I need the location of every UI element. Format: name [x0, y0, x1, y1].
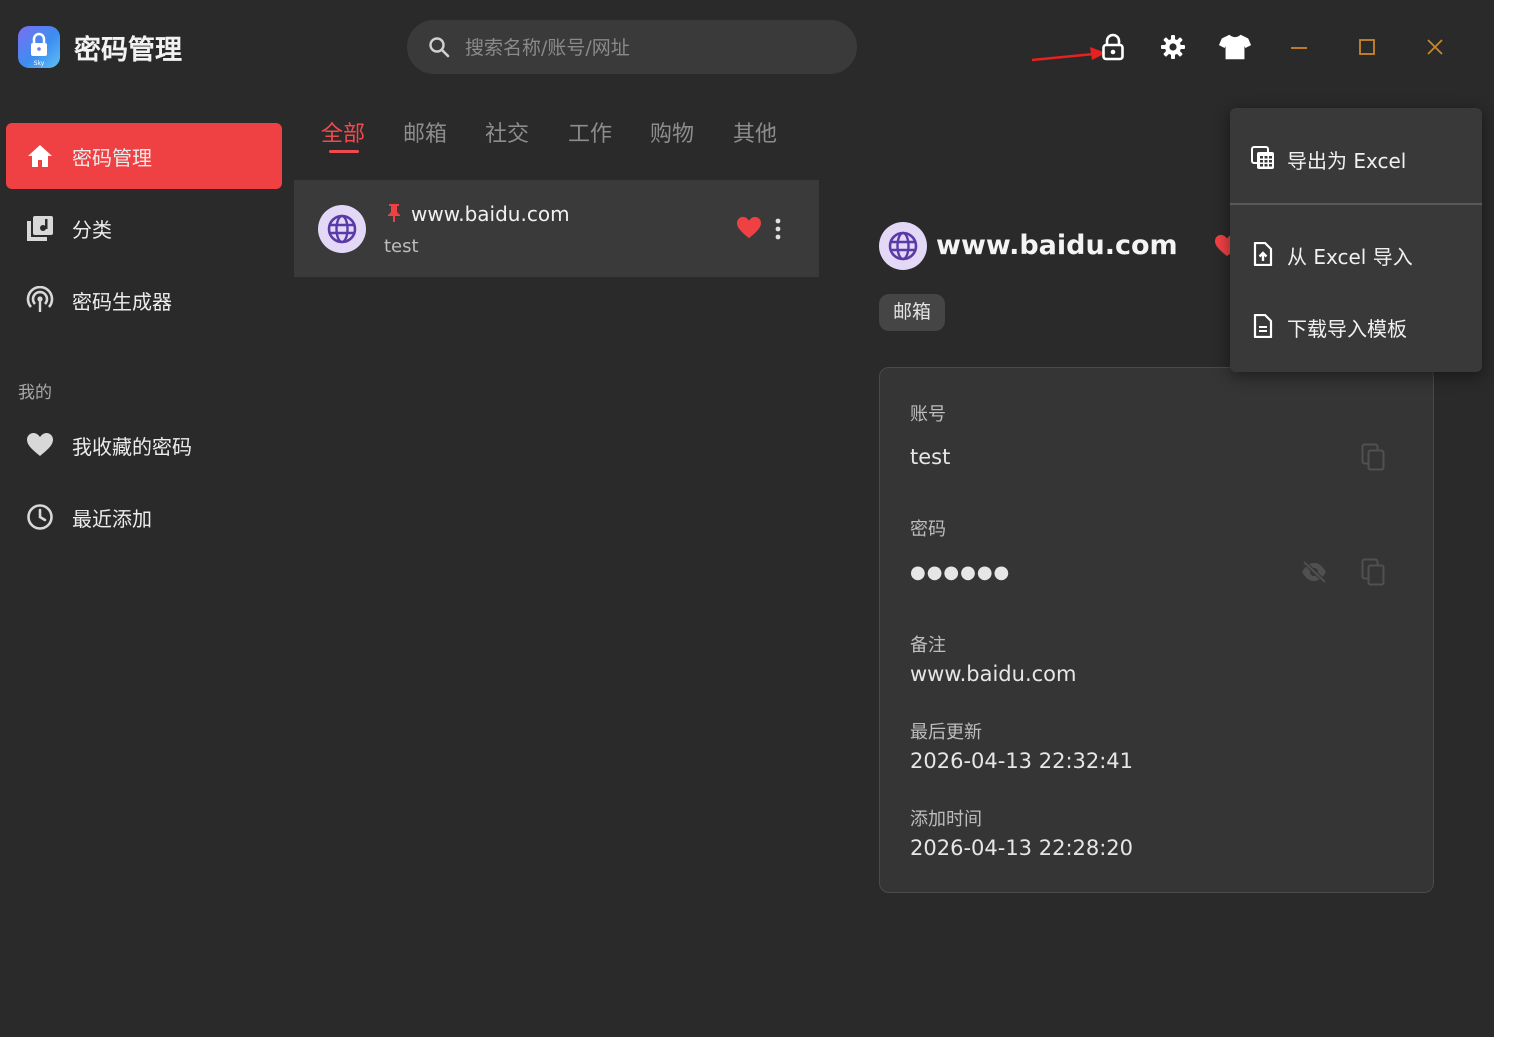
sidebar-item-password-manager[interactable]: 密码管理	[6, 123, 282, 189]
more-options-icon[interactable]	[772, 217, 784, 241]
close-button[interactable]	[1418, 30, 1452, 64]
tab-shopping[interactable]: 购物	[650, 116, 694, 148]
gear-icon	[1161, 35, 1185, 59]
password-value[interactable]: ●●●●●●	[910, 562, 1010, 583]
copy-password-icon[interactable]	[1361, 558, 1385, 586]
favorite-heart-icon[interactable]	[736, 216, 762, 240]
password-label: 密码	[910, 519, 946, 540]
sidebar-item-favorites[interactable]: 我收藏的密码	[6, 412, 282, 478]
sidebar-item-password-generator[interactable]: 密码生成器	[6, 267, 282, 333]
theme-button[interactable]	[1218, 30, 1252, 64]
menu-item-label: 导出为 Excel	[1287, 149, 1407, 173]
account-label: 账号	[910, 404, 946, 425]
tab-work[interactable]: 工作	[568, 116, 612, 148]
category-tag: 邮箱	[879, 294, 946, 331]
tab-all[interactable]: 全部	[321, 116, 365, 148]
pin-icon	[388, 204, 400, 222]
close-icon	[1427, 39, 1443, 55]
section-title-mine: 我的	[18, 383, 52, 403]
note-value: www.baidu.com	[910, 662, 1077, 686]
maximize-icon	[1359, 39, 1375, 55]
settings-button[interactable]	[1156, 30, 1190, 64]
list-item-account: test	[384, 236, 419, 257]
search-input[interactable]	[463, 30, 827, 66]
updated-label: 最后更新	[910, 722, 982, 743]
lock-logo-icon: Sky	[31, 32, 47, 67]
updated-value: 2026-04-13 22:32:41	[910, 749, 1134, 773]
menu-item-label: 下载导入模板	[1287, 317, 1407, 341]
sidebar-item-category[interactable]: 分类	[6, 195, 282, 261]
detail-title: www.baidu.com	[936, 230, 1178, 261]
search-icon	[429, 37, 450, 58]
logo-text: Sky	[34, 60, 45, 67]
app-title: 密码管理	[74, 35, 182, 66]
sidebar-item-label: 分类	[72, 218, 112, 242]
app-logo: Sky	[18, 26, 60, 68]
file-upload-icon	[1253, 242, 1273, 266]
heart-icon	[27, 433, 53, 456]
menu-divider	[1230, 203, 1482, 205]
added-value: 2026-04-13 22:28:20	[910, 836, 1134, 860]
lock-button[interactable]	[1096, 30, 1130, 64]
sidebar-item-label: 密码管理	[72, 146, 152, 170]
list-item-title: www.baidu.com	[411, 202, 570, 226]
menu-item-download-template[interactable]: 下载导入模板	[1230, 301, 1482, 351]
minimize-button[interactable]	[1282, 30, 1316, 64]
detail-site-avatar	[879, 222, 927, 270]
tab-active-indicator	[329, 150, 359, 153]
copy-account-icon[interactable]	[1361, 443, 1385, 471]
app-window: Sky 密码管理 搜索名称/账号/网址 密码管理 分类 密码生成器 我的 我收藏…	[0, 0, 1494, 1037]
note-label: 备注	[910, 635, 946, 656]
menu-item-label: 从 Excel 导入	[1287, 245, 1413, 269]
maximize-button[interactable]	[1350, 30, 1384, 64]
site-avatar	[318, 205, 366, 253]
menu-item-import-excel[interactable]: 从 Excel 导入	[1230, 229, 1482, 279]
generator-icon	[26, 286, 54, 312]
sidebar-item-recent[interactable]: 最近添加	[6, 484, 282, 550]
home-icon	[28, 145, 52, 167]
lock-dropdown-menu: 导出为 Excel 从 Excel 导入 下载导入模板	[1230, 108, 1482, 372]
category-icon	[27, 216, 53, 241]
globe-icon	[888, 231, 918, 261]
account-value[interactable]: test	[910, 445, 950, 469]
menu-item-export-excel[interactable]: 导出为 Excel	[1230, 133, 1482, 183]
tab-email[interactable]: 邮箱	[403, 116, 447, 148]
added-label: 添加时间	[910, 809, 982, 830]
sidebar-item-label: 密码生成器	[72, 290, 172, 314]
globe-icon	[327, 214, 357, 244]
minimize-icon	[1291, 47, 1307, 49]
lock-icon	[1102, 33, 1124, 61]
eye-off-icon[interactable]	[1300, 560, 1328, 584]
sidebar-item-label: 我收藏的密码	[72, 435, 192, 459]
clock-icon	[27, 504, 53, 530]
tab-social[interactable]: 社交	[485, 116, 529, 148]
spreadsheet-icon	[1251, 146, 1274, 169]
sidebar-item-label: 最近添加	[72, 507, 152, 531]
document-icon	[1253, 314, 1273, 338]
search-bar[interactable]	[407, 20, 857, 74]
tshirt-icon	[1218, 34, 1252, 60]
tab-other[interactable]: 其他	[733, 116, 777, 148]
